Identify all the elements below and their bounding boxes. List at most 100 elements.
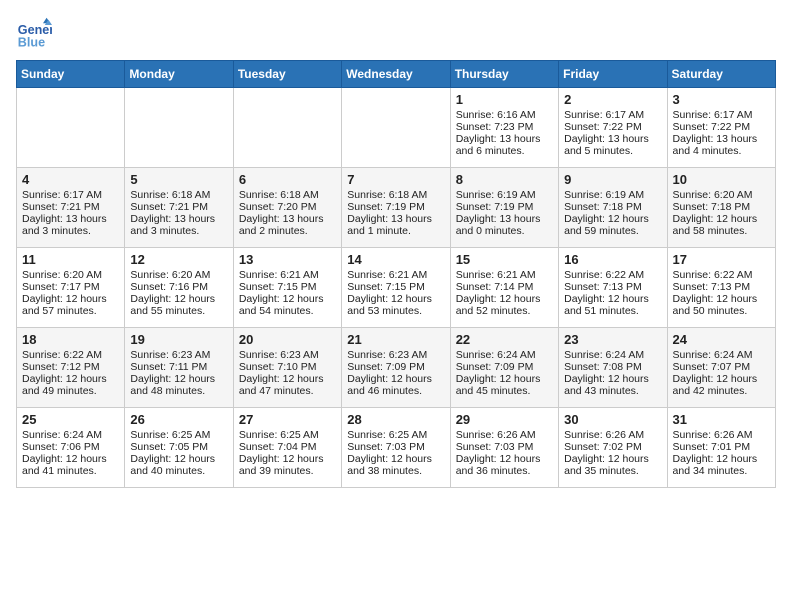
day-info: and 4 minutes.: [673, 145, 770, 157]
day-info: Sunset: 7:15 PM: [347, 281, 444, 293]
day-number: 18: [22, 332, 119, 347]
weekday-header-monday: Monday: [125, 61, 233, 88]
calendar-cell: 12Sunrise: 6:20 AMSunset: 7:16 PMDayligh…: [125, 248, 233, 328]
day-info: Daylight: 12 hours: [347, 453, 444, 465]
day-info: Daylight: 12 hours: [673, 373, 770, 385]
day-info: and 2 minutes.: [239, 225, 336, 237]
day-info: Daylight: 12 hours: [673, 453, 770, 465]
day-info: Daylight: 12 hours: [239, 453, 336, 465]
day-number: 31: [673, 412, 770, 427]
day-info: Sunset: 7:17 PM: [22, 281, 119, 293]
day-info: and 53 minutes.: [347, 305, 444, 317]
calendar-cell: 28Sunrise: 6:25 AMSunset: 7:03 PMDayligh…: [342, 408, 450, 488]
day-info: and 5 minutes.: [564, 145, 661, 157]
calendar-cell: 3Sunrise: 6:17 AMSunset: 7:22 PMDaylight…: [667, 88, 775, 168]
day-info: Daylight: 13 hours: [239, 213, 336, 225]
day-number: 15: [456, 252, 553, 267]
calendar-cell: 5Sunrise: 6:18 AMSunset: 7:21 PMDaylight…: [125, 168, 233, 248]
day-info: Daylight: 13 hours: [456, 133, 553, 145]
day-info: Sunrise: 6:25 AM: [239, 429, 336, 441]
week-row-4: 18Sunrise: 6:22 AMSunset: 7:12 PMDayligh…: [17, 328, 776, 408]
day-info: Daylight: 12 hours: [673, 213, 770, 225]
day-info: and 41 minutes.: [22, 465, 119, 477]
calendar-cell: 15Sunrise: 6:21 AMSunset: 7:14 PMDayligh…: [450, 248, 558, 328]
day-info: Daylight: 12 hours: [347, 293, 444, 305]
day-number: 14: [347, 252, 444, 267]
day-number: 10: [673, 172, 770, 187]
day-info: and 51 minutes.: [564, 305, 661, 317]
day-info: Daylight: 13 hours: [22, 213, 119, 225]
day-number: 5: [130, 172, 227, 187]
day-info: Sunrise: 6:19 AM: [564, 189, 661, 201]
day-number: 20: [239, 332, 336, 347]
day-info: Sunset: 7:05 PM: [130, 441, 227, 453]
day-info: and 40 minutes.: [130, 465, 227, 477]
day-number: 1: [456, 92, 553, 107]
day-number: 11: [22, 252, 119, 267]
day-number: 17: [673, 252, 770, 267]
calendar-cell: 23Sunrise: 6:24 AMSunset: 7:08 PMDayligh…: [559, 328, 667, 408]
day-number: 6: [239, 172, 336, 187]
day-info: and 58 minutes.: [673, 225, 770, 237]
header: General Blue: [16, 16, 776, 52]
day-info: and 39 minutes.: [239, 465, 336, 477]
calendar-cell: 4Sunrise: 6:17 AMSunset: 7:21 PMDaylight…: [17, 168, 125, 248]
calendar-cell: 20Sunrise: 6:23 AMSunset: 7:10 PMDayligh…: [233, 328, 341, 408]
day-info: Sunset: 7:21 PM: [130, 201, 227, 213]
day-info: Sunrise: 6:24 AM: [456, 349, 553, 361]
day-info: Sunrise: 6:23 AM: [239, 349, 336, 361]
day-info: Sunset: 7:18 PM: [673, 201, 770, 213]
calendar-cell: 24Sunrise: 6:24 AMSunset: 7:07 PMDayligh…: [667, 328, 775, 408]
calendar-cell: 1Sunrise: 6:16 AMSunset: 7:23 PMDaylight…: [450, 88, 558, 168]
day-info: Daylight: 12 hours: [130, 453, 227, 465]
calendar-cell: 21Sunrise: 6:23 AMSunset: 7:09 PMDayligh…: [342, 328, 450, 408]
day-info: Sunrise: 6:22 AM: [673, 269, 770, 281]
calendar-cell: 25Sunrise: 6:24 AMSunset: 7:06 PMDayligh…: [17, 408, 125, 488]
day-info: Daylight: 12 hours: [456, 293, 553, 305]
calendar-cell: [233, 88, 341, 168]
day-info: Daylight: 12 hours: [456, 453, 553, 465]
day-info: and 57 minutes.: [22, 305, 119, 317]
day-info: Sunset: 7:09 PM: [456, 361, 553, 373]
calendar-cell: 2Sunrise: 6:17 AMSunset: 7:22 PMDaylight…: [559, 88, 667, 168]
day-info: Sunrise: 6:24 AM: [673, 349, 770, 361]
calendar-cell: 13Sunrise: 6:21 AMSunset: 7:15 PMDayligh…: [233, 248, 341, 328]
day-info: Daylight: 12 hours: [564, 453, 661, 465]
day-info: Sunrise: 6:26 AM: [456, 429, 553, 441]
day-info: Sunset: 7:18 PM: [564, 201, 661, 213]
day-info: and 6 minutes.: [456, 145, 553, 157]
day-info: Sunrise: 6:25 AM: [130, 429, 227, 441]
day-info: and 59 minutes.: [564, 225, 661, 237]
day-info: Sunrise: 6:18 AM: [347, 189, 444, 201]
calendar-cell: 11Sunrise: 6:20 AMSunset: 7:17 PMDayligh…: [17, 248, 125, 328]
day-info: Sunset: 7:19 PM: [456, 201, 553, 213]
day-info: Sunrise: 6:18 AM: [130, 189, 227, 201]
day-info: Sunrise: 6:20 AM: [130, 269, 227, 281]
day-number: 22: [456, 332, 553, 347]
day-info: and 50 minutes.: [673, 305, 770, 317]
day-info: Daylight: 12 hours: [22, 293, 119, 305]
day-number: 26: [130, 412, 227, 427]
day-info: Daylight: 12 hours: [130, 373, 227, 385]
day-info: and 0 minutes.: [456, 225, 553, 237]
day-info: Daylight: 12 hours: [22, 453, 119, 465]
day-info: Sunrise: 6:21 AM: [347, 269, 444, 281]
day-info: Sunset: 7:23 PM: [456, 121, 553, 133]
day-info: Sunset: 7:22 PM: [673, 121, 770, 133]
day-info: Sunrise: 6:22 AM: [564, 269, 661, 281]
day-info: Daylight: 13 hours: [347, 213, 444, 225]
calendar-cell: 31Sunrise: 6:26 AMSunset: 7:01 PMDayligh…: [667, 408, 775, 488]
day-info: Sunset: 7:10 PM: [239, 361, 336, 373]
day-number: 8: [456, 172, 553, 187]
calendar-cell: 29Sunrise: 6:26 AMSunset: 7:03 PMDayligh…: [450, 408, 558, 488]
week-row-3: 11Sunrise: 6:20 AMSunset: 7:17 PMDayligh…: [17, 248, 776, 328]
day-info: Sunrise: 6:24 AM: [22, 429, 119, 441]
day-info: Sunset: 7:13 PM: [673, 281, 770, 293]
week-row-5: 25Sunrise: 6:24 AMSunset: 7:06 PMDayligh…: [17, 408, 776, 488]
day-info: and 35 minutes.: [564, 465, 661, 477]
day-number: 2: [564, 92, 661, 107]
day-info: Sunset: 7:21 PM: [22, 201, 119, 213]
day-number: 13: [239, 252, 336, 267]
day-info: Sunset: 7:14 PM: [456, 281, 553, 293]
day-info: and 52 minutes.: [456, 305, 553, 317]
